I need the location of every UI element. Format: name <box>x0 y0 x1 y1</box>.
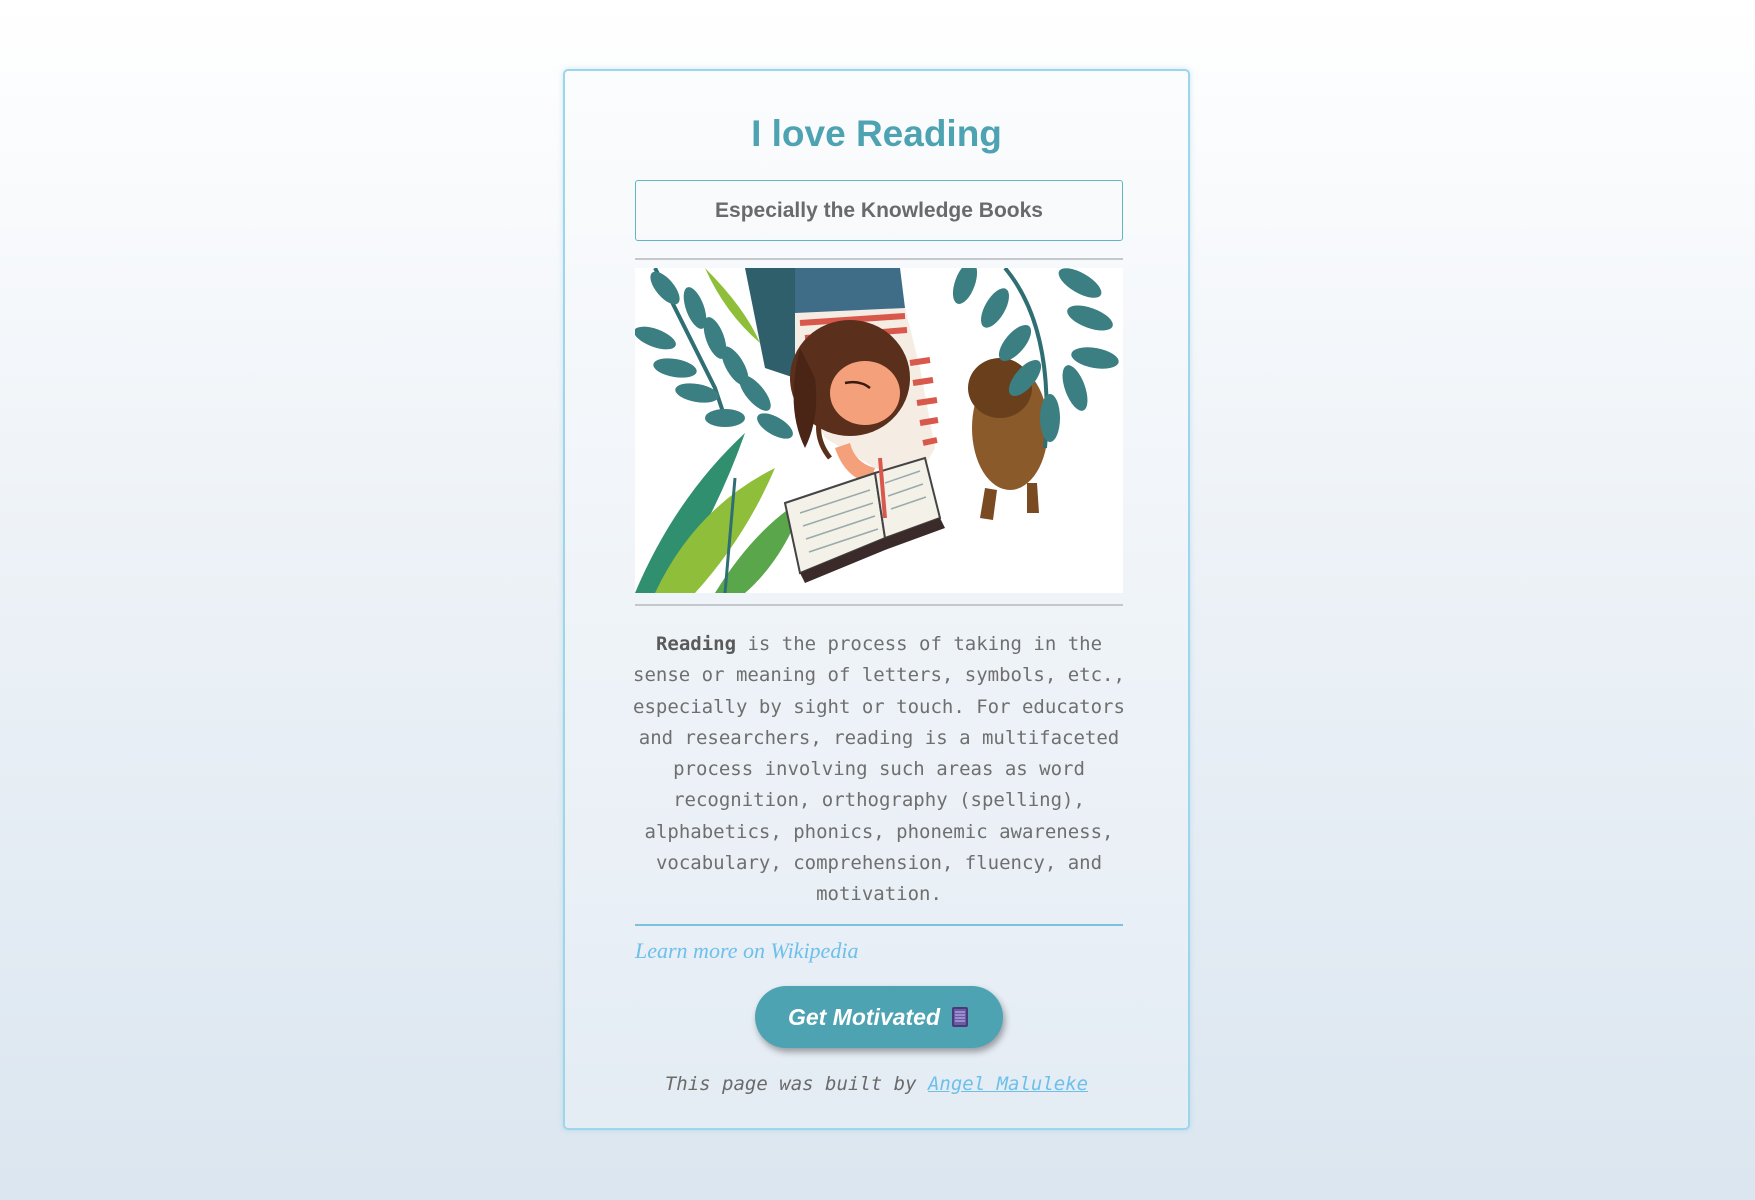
get-motivated-label: Get Motivated <box>787 1003 941 1030</box>
description-paragraph: Reading is the process of taking in the … <box>627 629 1131 911</box>
footer-credit: This page was built by Angel Maluleke <box>565 1073 1188 1095</box>
subtitle-box: Especially the Knowledge Books <box>635 180 1123 241</box>
get-motivated-button[interactable]: Get Motivated <box>755 986 1003 1048</box>
subtitle-text: Especially the Knowledge Books <box>715 198 1043 222</box>
wikipedia-link[interactable]: Learn more on Wikipedia <box>635 938 858 964</box>
main-card: I love Reading Especially the Knowledge … <box>563 69 1190 1130</box>
divider-middle <box>635 604 1123 606</box>
footer-prefix: This page was built by <box>664 1073 928 1095</box>
divider-bottom <box>635 924 1123 926</box>
author-link[interactable]: Angel Maluleke <box>928 1073 1088 1095</box>
page-title: I love Reading <box>751 113 1002 154</box>
description-bold-lead: Reading <box>655 633 737 655</box>
book-icon <box>950 1006 970 1028</box>
reading-illustration-graphic <box>635 268 1123 593</box>
description-text: is the process of taking in the sense or… <box>633 633 1125 906</box>
divider-top <box>635 258 1123 260</box>
reading-illustration <box>635 268 1123 593</box>
